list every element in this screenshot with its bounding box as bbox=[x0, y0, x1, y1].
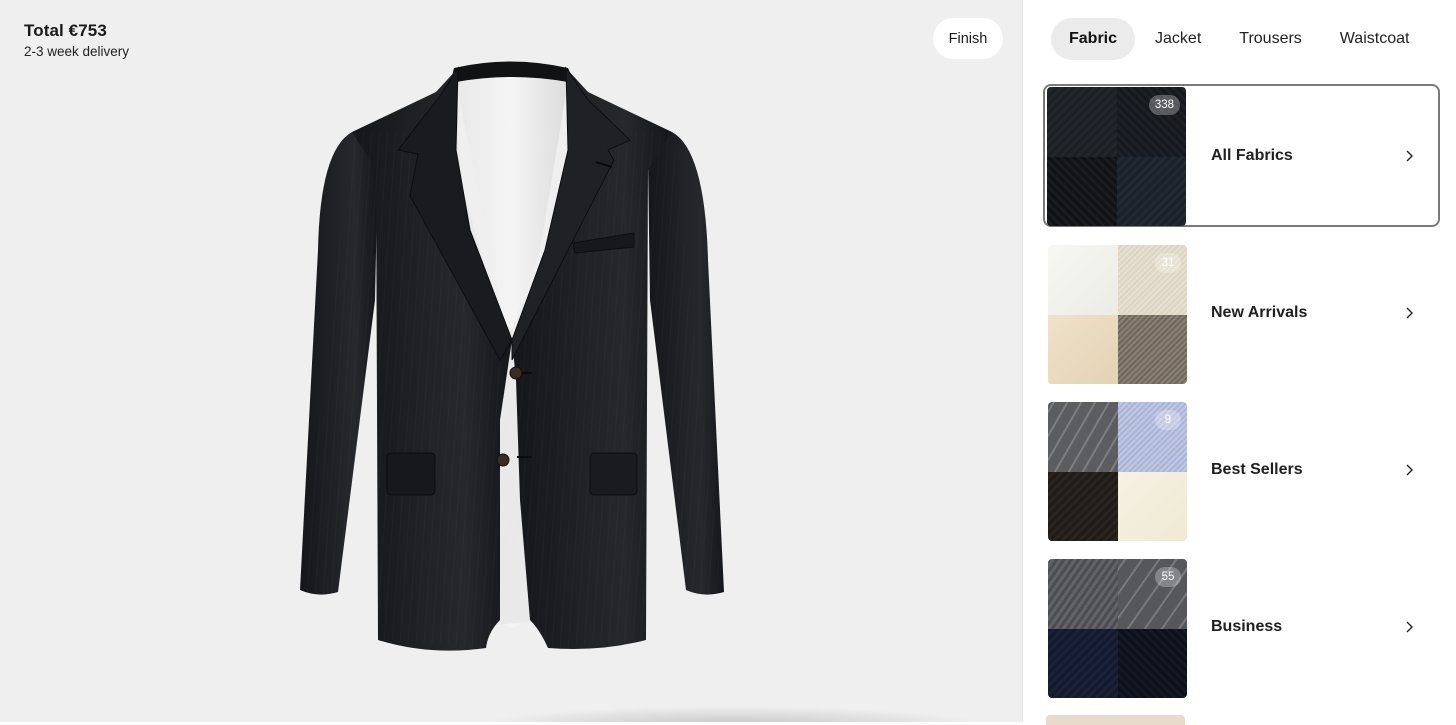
tab-trousers[interactable]: Trousers bbox=[1221, 18, 1320, 60]
fabric-count-badge: 9 bbox=[1155, 410, 1181, 430]
category-new-arrivals[interactable]: 31 New Arrivals bbox=[1043, 241, 1440, 384]
configurator-panel: Fabric Jacket Trousers Waistcoat 338 All… bbox=[1023, 0, 1456, 725]
category-label: New Arrivals bbox=[1211, 304, 1308, 321]
category-swatch: 55 bbox=[1048, 559, 1187, 698]
category-swatch: 9 bbox=[1048, 402, 1187, 541]
fabric-count-badge: 31 bbox=[1155, 253, 1181, 273]
category-all-fabrics[interactable]: 338 All Fabrics bbox=[1043, 84, 1440, 227]
fabric-count-badge: 55 bbox=[1155, 567, 1181, 587]
category-swatch: 31 bbox=[1048, 245, 1187, 384]
category-business[interactable]: 55 Business bbox=[1043, 555, 1440, 698]
chevron-right-icon bbox=[1406, 621, 1413, 633]
tab-jacket[interactable]: Jacket bbox=[1137, 18, 1219, 60]
category-best-sellers[interactable]: 9 Best Sellers bbox=[1043, 398, 1440, 541]
section-tabs: Fabric Jacket Trousers Waistcoat bbox=[1051, 18, 1429, 60]
tab-waistcoat[interactable]: Waistcoat bbox=[1322, 18, 1428, 60]
chevron-right-icon bbox=[1406, 307, 1413, 319]
fabric-category-list: 338 All Fabrics 31 New Arrivals 9 Best S… bbox=[1043, 84, 1440, 712]
category-label: Business bbox=[1211, 618, 1283, 635]
category-label: All Fabrics bbox=[1211, 147, 1293, 164]
chevron-right-icon bbox=[1406, 464, 1413, 476]
next-category-swatch[interactable] bbox=[1046, 715, 1185, 725]
garment-preview: Total €753 2-3 week delivery Finish bbox=[0, 0, 1023, 722]
category-swatch: 338 bbox=[1047, 87, 1186, 226]
tab-fabric[interactable]: Fabric bbox=[1051, 18, 1136, 60]
chevron-right-icon bbox=[1406, 150, 1413, 162]
fabric-count-badge: 338 bbox=[1148, 95, 1180, 115]
jacket-image[interactable] bbox=[0, 0, 1022, 722]
category-label: Best Sellers bbox=[1211, 461, 1303, 478]
